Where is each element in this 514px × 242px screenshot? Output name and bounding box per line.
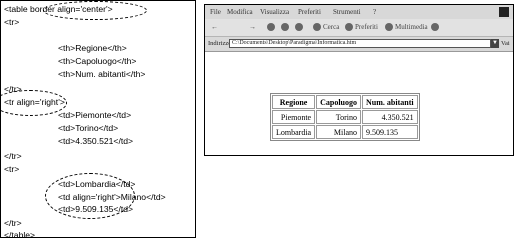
code-line-tr-open-2: <tr>	[4, 164, 20, 174]
code-line-th-capoluogo: <th>Capoluogo</th>	[58, 56, 137, 66]
code-line-table-open: <table border align='center'>	[4, 4, 113, 14]
code-line-td-piemonte-pop: <td>4.350.521</td>	[58, 136, 134, 146]
table-header: Regione	[272, 95, 316, 109]
address-label: Indirizzo	[208, 40, 232, 47]
multimedia-button[interactable]: Multimedia	[395, 23, 428, 31]
go-button[interactable]: Vai	[501, 40, 510, 47]
address-dropdown-icon[interactable]: ▼	[491, 39, 499, 48]
code-line-tr-open: <tr>	[4, 17, 20, 27]
table-row: Lombardia Milano 9.509.135	[272, 125, 418, 139]
refresh-icon[interactable]	[281, 23, 289, 31]
code-line-td-lombardia-pop: <td>9.509.135</td>	[58, 204, 134, 214]
menu-strumenti[interactable]: Strumenti	[333, 8, 361, 16]
code-line-tr-close: </tr>	[4, 84, 22, 94]
menu-help[interactable]: ?	[373, 8, 376, 16]
multimedia-icon[interactable]	[385, 23, 393, 31]
html-source-panel: <table border align='center'> <tr> <th>R…	[0, 0, 196, 240]
menu-file[interactable]: File	[210, 8, 221, 16]
back-icon[interactable]: ←	[211, 23, 218, 31]
table-cell: Piemonte	[272, 110, 316, 124]
table-header: Num. abitanti	[362, 95, 418, 109]
code-line-th-abitanti: <th>Num. abitanti</th>	[58, 69, 146, 79]
code-line-td-piemonte: <td>Piemonte</td>	[58, 110, 132, 120]
home-icon[interactable]	[295, 23, 303, 31]
table-header: Capoluogo	[316, 95, 362, 109]
code-line-th-regione: <th>Regione</th>	[58, 43, 127, 53]
code-line-td-lombardia: <td>Lombardia</td>	[58, 179, 136, 189]
history-icon[interactable]	[431, 23, 439, 31]
table-cell: Lombardia	[272, 125, 316, 139]
table-cell: Milano	[316, 125, 362, 139]
search-button[interactable]: Cerca	[323, 23, 339, 31]
forward-icon[interactable]: →	[249, 23, 256, 31]
page-content: Regione Capoluogo Num. abitanti Piemonte…	[205, 52, 513, 155]
stop-icon[interactable]	[267, 23, 275, 31]
browser-window: File Modifica Visualizza Preferiti Strum…	[204, 4, 514, 156]
table-cell: 9.509.135	[362, 125, 418, 139]
code-line-tr-close-3: </tr>	[4, 218, 22, 228]
rendered-table: Regione Capoluogo Num. abitanti Piemonte…	[270, 93, 420, 141]
browser-toolbar: ← → Cerca Preferiti Multimedia	[205, 19, 513, 37]
code-line-tr-close-2: </tr>	[4, 151, 22, 161]
table-cell: Torino	[316, 110, 362, 124]
favorites-icon[interactable]	[345, 23, 353, 31]
table-header-row: Regione Capoluogo Num. abitanti	[272, 95, 418, 109]
browser-menubar: File Modifica Visualizza Preferiti Strum…	[205, 5, 513, 20]
code-line-tr-align-right: <tr align='right'>	[4, 97, 65, 107]
address-input[interactable]: C:\Documents\Desktop\Paradigma\Informati…	[229, 39, 491, 48]
table-cell: 4.350.521	[362, 110, 418, 124]
menu-modifica[interactable]: Modifica	[227, 8, 253, 16]
code-line-td-torino: <td>Torino</td>	[58, 123, 119, 133]
code-line-td-milano: <td align='right'>Milano</td>	[58, 192, 166, 202]
address-bar: Indirizzo C:\Documents\Desktop\Paradigma…	[205, 37, 513, 52]
menu-preferiti[interactable]: Preferiti	[298, 8, 321, 16]
search-icon[interactable]	[313, 23, 321, 31]
menu-visualizza[interactable]: Visualizza	[260, 8, 289, 16]
code-line-table-close: </table>	[4, 230, 36, 240]
favorites-button[interactable]: Preferiti	[355, 23, 378, 31]
windows-logo-icon	[499, 7, 509, 17]
table-row: Piemonte Torino 4.350.521	[272, 110, 418, 124]
